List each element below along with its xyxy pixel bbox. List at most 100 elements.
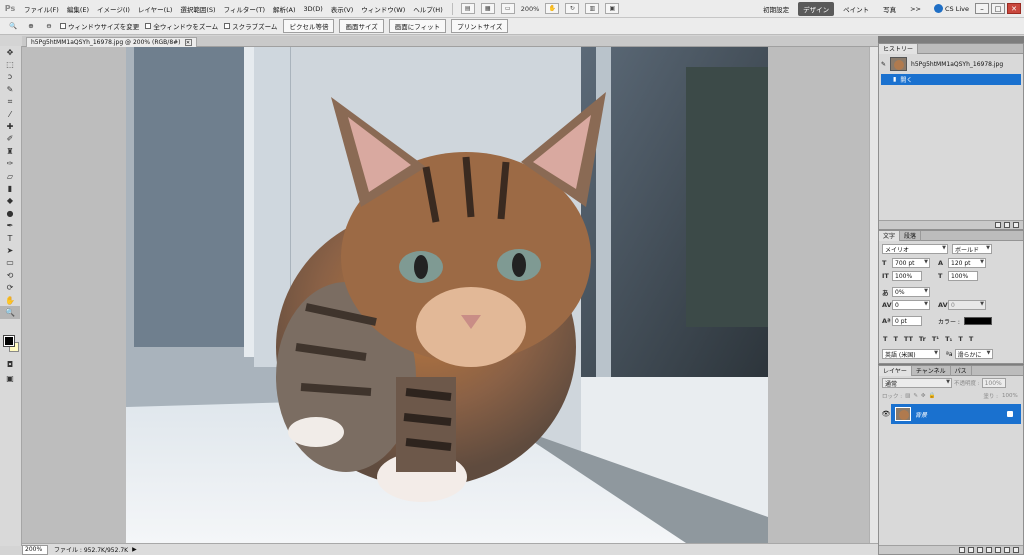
eraser-tool-icon[interactable]: ▱: [0, 170, 20, 182]
menu-help[interactable]: ヘルプ(H): [409, 4, 446, 14]
mini-bridge-button[interactable]: ▦: [480, 3, 495, 14]
canvas-area[interactable]: [22, 47, 878, 543]
dodge-tool-icon[interactable]: ●: [0, 207, 20, 219]
crop-tool-icon[interactable]: ⌗: [0, 96, 20, 108]
subscript-button[interactable]: T₁: [945, 335, 952, 343]
kerning-field[interactable]: 0 ▼: [948, 300, 986, 310]
status-arrow-icon[interactable]: ▶: [132, 546, 137, 553]
marquee-tool-icon[interactable]: ⬚: [0, 58, 20, 70]
horizontal-scale-field[interactable]: 100%: [948, 271, 978, 281]
arrange-documents-button[interactable]: ▥: [585, 3, 600, 14]
clone-stamp-tool-icon[interactable]: ♜: [0, 145, 20, 157]
tracking-field[interactable]: 0 ▼: [892, 300, 930, 310]
menu-3d[interactable]: 3D(D): [300, 5, 327, 13]
menu-edit[interactable]: 編集(E): [63, 4, 93, 14]
new-group-icon[interactable]: [995, 547, 1001, 553]
zoom-tool-preset-icon[interactable]: 🔍: [6, 20, 20, 32]
scrubby-zoom-checkbox[interactable]: スクラブズーム: [224, 21, 277, 31]
lock-brush-icon[interactable]: ✎: [913, 393, 918, 399]
link-layers-icon[interactable]: [959, 547, 965, 553]
hand-tool-button[interactable]: ✋: [545, 3, 560, 14]
zoom-all-windows-checkbox[interactable]: 全ウィンドウをズーム: [145, 21, 218, 31]
pen-tool-icon[interactable]: ✒: [0, 219, 20, 231]
small-caps-button[interactable]: Tr: [919, 335, 926, 343]
hand-tool-icon[interactable]: ✋: [0, 294, 20, 306]
actual-pixels-button[interactable]: ピクセル等倍: [283, 19, 335, 33]
vertical-scale-field[interactable]: 100%: [892, 271, 922, 281]
superscript-button[interactable]: T¹: [932, 335, 939, 343]
tab-paragraph[interactable]: 段落: [900, 230, 922, 241]
healing-brush-tool-icon[interactable]: ✚: [0, 120, 20, 132]
new-document-icon[interactable]: [995, 222, 1001, 228]
menu-filter[interactable]: フィルター(T): [220, 4, 269, 14]
bridge-button[interactable]: ▤: [460, 3, 475, 14]
path-select-tool-icon[interactable]: ➤: [0, 244, 20, 256]
3d-orbit-tool-icon[interactable]: ⟳: [0, 281, 20, 293]
eyedropper-tool-icon[interactable]: ⁄: [0, 108, 20, 120]
anti-alias-select[interactable]: 滑らかに ▼: [954, 349, 993, 359]
lasso-tool-icon[interactable]: ↄ: [0, 71, 20, 83]
blur-tool-icon[interactable]: ◆: [0, 195, 20, 207]
layer-background[interactable]: 👁 背景: [881, 404, 1021, 424]
shape-tool-icon[interactable]: ▭: [0, 257, 20, 269]
text-color-swatch[interactable]: [963, 317, 992, 325]
zoom-tool-icon[interactable]: 🔍: [0, 306, 20, 319]
new-snapshot-icon[interactable]: [1004, 222, 1010, 228]
baseline-shift-field[interactable]: 0 pt: [892, 316, 922, 326]
quick-select-tool-icon[interactable]: ✎: [0, 83, 20, 95]
maximize-button[interactable]: □: [991, 3, 1005, 14]
screen-mode-button[interactable]: ▣: [605, 3, 620, 14]
lock-pixels-icon[interactable]: ▨: [905, 393, 910, 399]
font-size-field[interactable]: 700 pt ▼: [892, 258, 930, 268]
zoom-out-icon[interactable]: ⊖: [42, 20, 56, 32]
layer-mask-icon[interactable]: [977, 547, 983, 553]
tab-channels[interactable]: チャンネル: [912, 365, 951, 376]
trash-icon[interactable]: [1013, 547, 1019, 553]
tab-character[interactable]: 文字: [879, 230, 901, 241]
gradient-tool-icon[interactable]: ▮: [0, 182, 20, 194]
font-style-select[interactable]: ボールド ▼: [952, 244, 992, 254]
menu-layer[interactable]: レイヤー(L): [134, 4, 177, 14]
status-zoom-field[interactable]: 200%: [22, 544, 48, 555]
workspace-painting[interactable]: ペイント: [838, 2, 874, 16]
app-zoom-value[interactable]: 200%: [518, 5, 543, 13]
resize-windows-checkbox[interactable]: ウィンドウサイズを変更: [60, 21, 139, 31]
type-tool-icon[interactable]: T: [0, 232, 20, 244]
menu-select[interactable]: 選択範囲(S): [176, 4, 219, 14]
document-tab[interactable]: h5Pg5htMM1aQSYh_16978.jpg @ 200% (RGB/8#…: [26, 37, 197, 47]
menu-file[interactable]: ファイル(F): [20, 4, 63, 14]
language-select[interactable]: 英語 (米国) ▼: [882, 349, 940, 359]
quick-mask-icon[interactable]: ◘: [0, 358, 20, 370]
strikethrough-button[interactable]: T: [969, 335, 973, 343]
lock-move-icon[interactable]: ✥: [921, 393, 926, 399]
layer-style-icon[interactable]: [968, 547, 974, 553]
workspace-more[interactable]: >>: [905, 3, 926, 15]
tab-paths[interactable]: パス: [951, 365, 972, 376]
tab-layers[interactable]: レイヤー: [879, 365, 912, 376]
zoom-in-icon[interactable]: ⊕: [24, 20, 38, 32]
font-family-select[interactable]: メイリオ ▼: [882, 244, 948, 254]
menu-analysis[interactable]: 解析(A): [269, 4, 300, 14]
tab-history[interactable]: ヒストリー: [879, 43, 919, 54]
fill-screen-button[interactable]: 画面にフィット: [388, 19, 447, 33]
workspace-essentials[interactable]: 初期設定: [758, 2, 794, 16]
underline-button[interactable]: T: [958, 335, 962, 343]
leading-field[interactable]: 120 pt ▼: [948, 258, 986, 268]
faux-bold-button[interactable]: T: [883, 335, 887, 343]
brush-tool-icon[interactable]: ✐: [0, 133, 20, 145]
workspace-design[interactable]: デザイン: [798, 1, 835, 16]
minimize-button[interactable]: –: [975, 3, 989, 14]
cs-live-button[interactable]: CS Live: [933, 4, 969, 13]
opacity-field[interactable]: 100%: [981, 378, 1006, 388]
screen-mode-icon[interactable]: ▣: [0, 372, 20, 384]
menu-window[interactable]: ウィンドウ(W): [357, 4, 409, 14]
menu-view[interactable]: 表示(V): [327, 4, 358, 14]
all-caps-button[interactable]: TT: [904, 335, 913, 343]
move-tool-icon[interactable]: ✥: [0, 46, 20, 58]
faux-italic-button[interactable]: T: [893, 335, 897, 343]
adjustment-layer-icon[interactable]: [986, 547, 992, 553]
blend-mode-select[interactable]: 通常 ▼: [882, 378, 952, 388]
history-brush-tool-icon[interactable]: ✑: [0, 158, 20, 170]
foreground-color-swatch[interactable]: [3, 335, 15, 347]
close-icon[interactable]: ✕: [184, 39, 192, 46]
